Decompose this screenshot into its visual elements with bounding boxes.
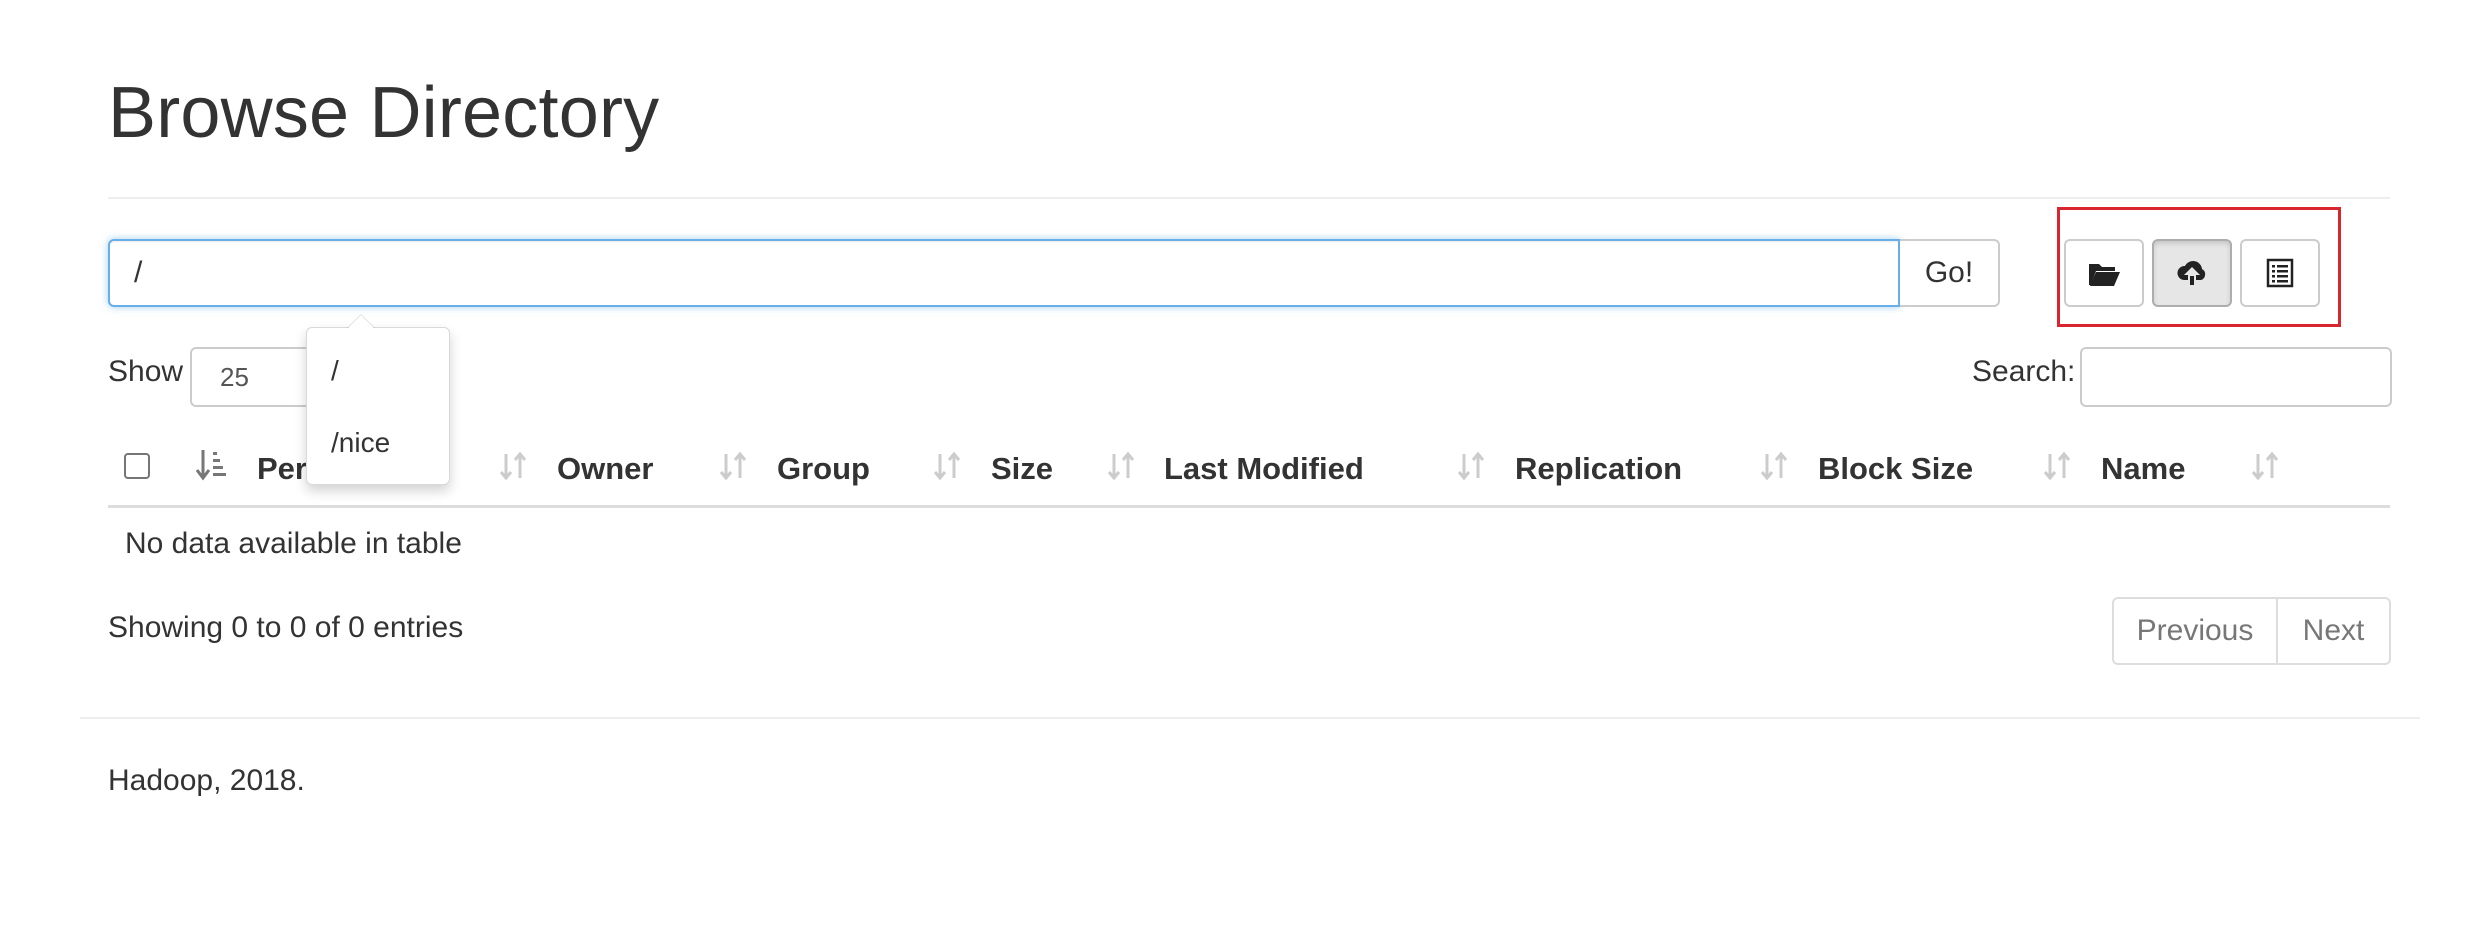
column-header-group[interactable]: Group xyxy=(777,451,870,487)
column-header-last-modified[interactable]: Last Modified xyxy=(1164,451,1364,487)
cloud-upload-icon xyxy=(2177,261,2206,285)
path-autocomplete-dropdown: / /nice xyxy=(306,314,450,485)
autocomplete-item[interactable]: / xyxy=(331,355,339,387)
footer-divider xyxy=(80,717,2420,719)
sort-icon[interactable] xyxy=(2248,446,2282,486)
show-entries-label: Show xyxy=(108,355,184,388)
create-directory-button[interactable] xyxy=(2064,239,2144,307)
list-icon xyxy=(2266,258,2294,288)
page-title: Browse Directory xyxy=(108,73,660,153)
sort-icon[interactable] xyxy=(1757,446,1791,486)
table-header-divider xyxy=(108,505,2390,508)
sort-icon[interactable] xyxy=(1454,446,1488,486)
upload-button[interactable] xyxy=(2152,239,2232,307)
folder-open-icon xyxy=(2089,264,2120,286)
column-header-size[interactable]: Size xyxy=(991,451,1053,487)
directory-path-input[interactable] xyxy=(108,239,1900,307)
search-input[interactable] xyxy=(2080,347,2392,407)
column-header-replication[interactable]: Replication xyxy=(1515,451,1682,487)
cut-paste-button[interactable] xyxy=(2240,239,2320,307)
sort-icon[interactable] xyxy=(1104,446,1138,486)
sort-icon[interactable] xyxy=(496,446,530,486)
search-label: Search: xyxy=(1972,355,2076,388)
select-all-checkbox[interactable] xyxy=(124,453,150,479)
dropdown-arrow xyxy=(347,314,375,328)
column-header-name[interactable]: Name xyxy=(2101,451,2185,487)
sort-icon[interactable] xyxy=(930,446,964,486)
table-info: Showing 0 to 0 of 0 entries xyxy=(108,611,464,644)
autocomplete-item[interactable]: /nice xyxy=(331,427,390,459)
header-divider xyxy=(108,197,2390,199)
column-header-owner[interactable]: Owner xyxy=(557,451,653,487)
sort-icon[interactable] xyxy=(716,446,750,486)
column-header-block-size[interactable]: Block Size xyxy=(1818,451,1973,487)
table-empty-message: No data available in table xyxy=(125,527,462,560)
sort-ascending-icon[interactable] xyxy=(195,446,229,486)
go-button[interactable]: Go! xyxy=(1900,239,2000,307)
footer-text: Hadoop, 2018. xyxy=(108,764,305,797)
previous-page-button[interactable]: Previous xyxy=(2112,597,2278,665)
next-page-button[interactable]: Next xyxy=(2276,597,2391,665)
sort-icon[interactable] xyxy=(2040,446,2074,486)
